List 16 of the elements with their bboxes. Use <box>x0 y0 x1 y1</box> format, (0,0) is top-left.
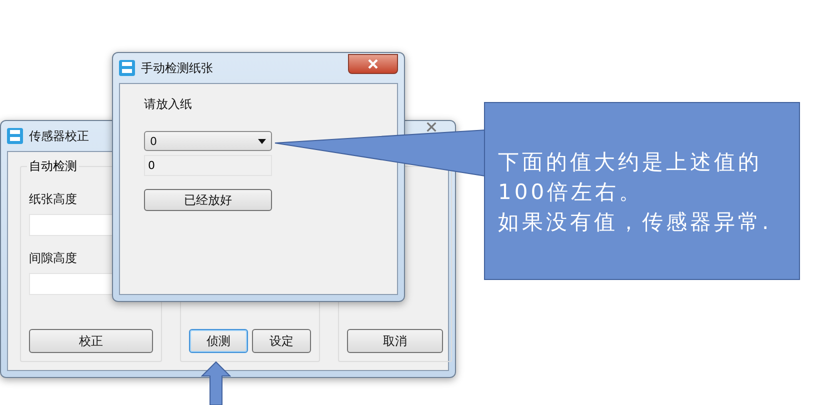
ready-button[interactable]: 已经放好 <box>144 189 272 211</box>
callout-text: 如果没有值，传感器异常. <box>498 209 773 236</box>
dropdown[interactable]: 0 <box>144 131 272 151</box>
dialog-title: 手动检测纸张 <box>141 60 213 76</box>
dialog-button[interactable]: 校正 <box>29 329 153 353</box>
readout-field: 0 <box>144 155 272 176</box>
dialog-button[interactable]: 侦测 <box>189 329 248 353</box>
prompt-text: 请放入纸 <box>144 96 193 113</box>
dialog-button[interactable]: 设定 <box>252 329 311 353</box>
field-label: 间隙高度 <box>29 250 78 267</box>
dropdown-value: 0 <box>150 134 157 148</box>
field-label: 纸张高度 <box>29 191 78 208</box>
dialog-button[interactable]: 取消 <box>347 329 443 353</box>
group-title: 自动检测 <box>27 158 79 175</box>
window-title: 传感器校正 <box>29 128 89 144</box>
callout-text: 下面的值大约是上述值的100倍左右。 <box>498 149 763 206</box>
